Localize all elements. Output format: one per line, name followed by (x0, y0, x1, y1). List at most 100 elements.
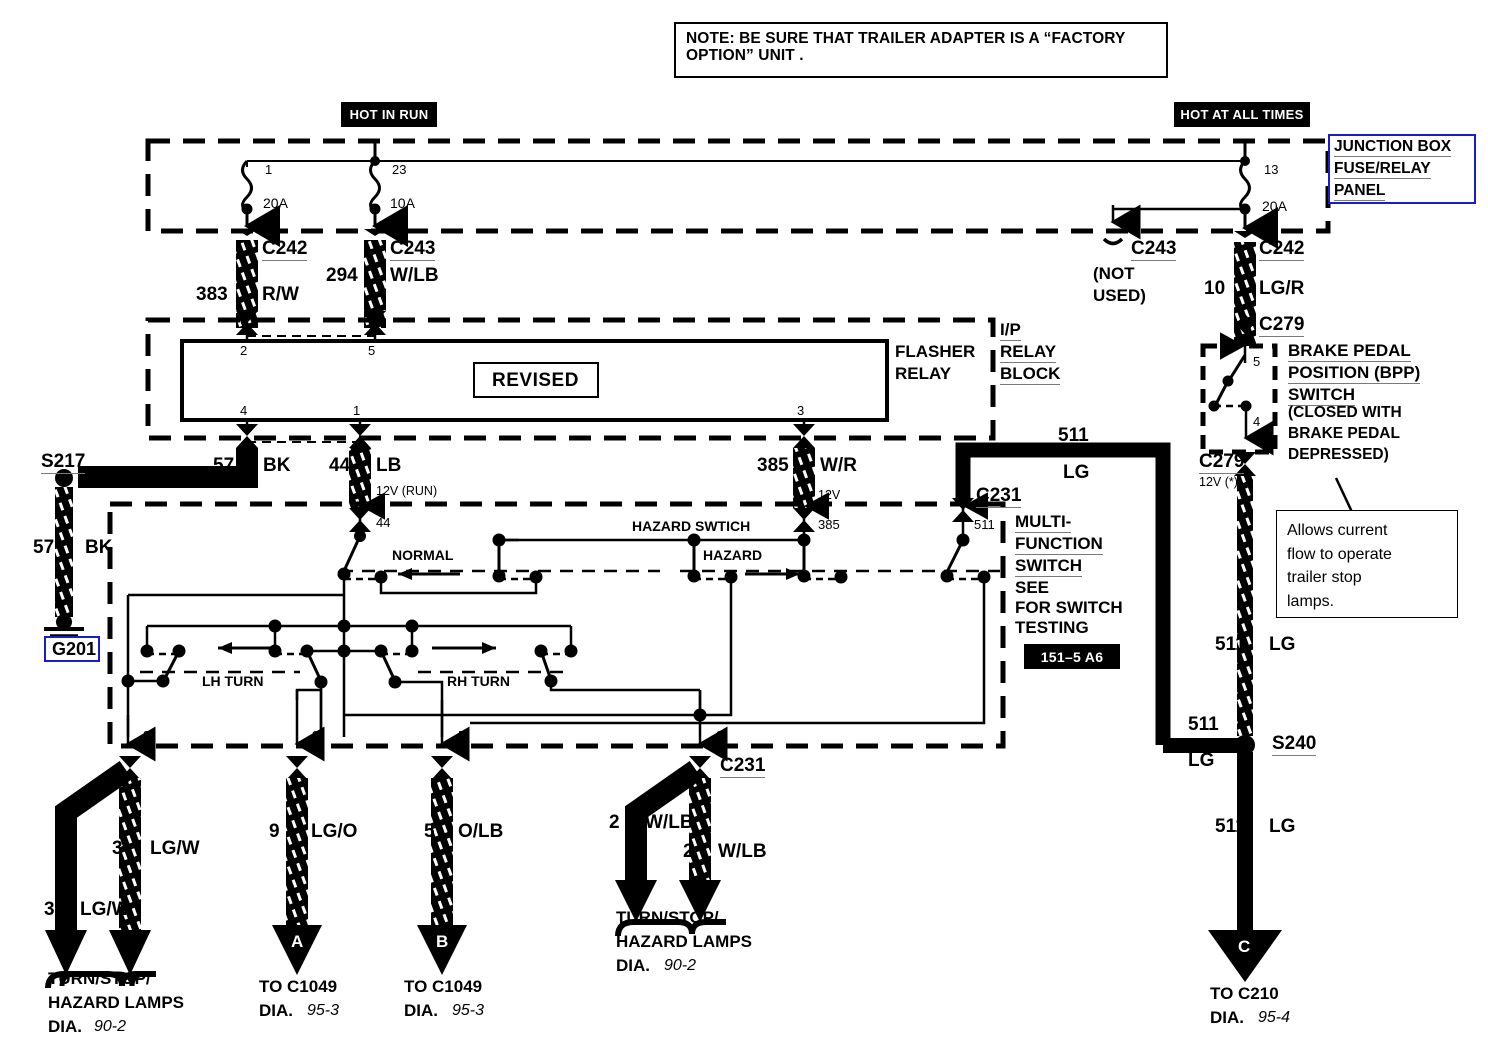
note-text: NOTE: BE SURE THAT TRAILER ADAPTER IS A … (686, 30, 1130, 65)
out-wlb-dest3: DIA. (616, 956, 650, 975)
switch-out-2-label: 2 (716, 728, 724, 743)
fuse-element-c243-mid (369, 159, 408, 247)
out-c-arrow-letter: C (1238, 937, 1251, 956)
switch-out-5-label: 5 (458, 728, 466, 743)
color-294: W/LB (390, 265, 439, 286)
circuit-383: 383 (196, 284, 228, 305)
fuse-right-rating: 20A (1262, 198, 1287, 214)
switch-outputs (125, 688, 728, 762)
out-wlb-dest-ref: 90-2 (664, 957, 697, 974)
ip-block-line1: I/P (1000, 320, 1021, 342)
out-left-dest3: DIA. (48, 1017, 82, 1036)
connector-c243-mid: C243 (390, 238, 436, 262)
out-b-pin: 5 (424, 821, 435, 842)
circuit-511-mid: 511 (1215, 634, 1246, 655)
fuse-mid-rating: 10A (390, 195, 415, 211)
circuit-44: 44 (329, 455, 351, 476)
output-lgw-pair (45, 756, 156, 989)
color-383: R/W (262, 284, 299, 305)
out-left-pin: 3 (112, 838, 123, 859)
wiring-diagram-page: NOTE: BE SURE THAT TRAILER ADAPTER IS A … (0, 0, 1488, 1040)
connector-c231-bottom: C231 (720, 755, 766, 779)
out-b-dest1: TO C1049 (404, 977, 483, 996)
out-b-dest2: DIA. (404, 1001, 438, 1020)
color-57-relay: BK (263, 455, 291, 476)
color-44: LB (376, 455, 402, 476)
color-10: LG/R (1259, 278, 1305, 299)
voltage-385: 12V (818, 488, 841, 502)
connector-c231-top: C231 (976, 485, 1022, 509)
ground-g201-label: G201 (52, 639, 97, 659)
bpp-line4: (CLOSED WITH (1288, 404, 1402, 421)
connector-c242-right: C242 (1259, 238, 1305, 262)
switch-interconnects (126, 577, 986, 737)
junction-box-line2: FUSE/RELAY (1334, 160, 1431, 180)
circuit-511-below-s240: 511 (1215, 816, 1246, 837)
fuse-left-rating: 20A (263, 195, 288, 211)
out-c-dest1: TO C210 (1210, 984, 1279, 1003)
voltage-44: 12V (RUN) (376, 484, 438, 498)
out-wlb-dest1: TURN/STOP/ (616, 908, 719, 927)
relay-pin-label-2: 2 (240, 343, 248, 358)
color-385: W/R (820, 455, 857, 476)
mfs-line6: TESTING (1015, 618, 1089, 637)
bpp-switch-contacts (1208, 332, 1274, 456)
relay-pin-label-4: 4 (240, 403, 248, 418)
out-a-arrow-letter: A (291, 932, 304, 951)
fuse-mid-cavity: 23 (392, 162, 407, 177)
connector-c279-bottom: C279 (1199, 451, 1245, 475)
label-normal: NORMAL (392, 547, 454, 563)
flasher-relay-line1: FLASHER (895, 342, 976, 361)
switch-input-44-label: 44 (376, 515, 391, 530)
junction-box-line3: PANEL (1334, 182, 1386, 202)
switch-out-9-label: 9 (312, 728, 320, 743)
label-rh-turn: RH TURN (447, 673, 510, 689)
callout-pointer (1316, 477, 1354, 514)
out-left-dest1: TURN/STOP/ (48, 969, 151, 988)
connector-c243-right: C243 (1131, 238, 1177, 262)
ip-block-line3: BLOCK (1000, 364, 1061, 386)
callout-text: Allows current flow to operate trailer s… (1287, 522, 1392, 611)
out-a-dest1: TO C1049 (259, 977, 338, 996)
color-511-top: LG (1063, 462, 1090, 483)
out-left-dest-ref: 90-2 (94, 1018, 127, 1035)
circuit-10: 10 (1204, 278, 1226, 299)
bpp-pin-5: 5 (1253, 354, 1261, 369)
switch-out-3-label: 3 (143, 728, 151, 743)
out-a-dest-ref: 95-3 (307, 1002, 340, 1019)
mfs-line1: MULTI- (1015, 512, 1072, 534)
relay-pin-label-5: 5 (368, 343, 376, 358)
revised-stamp-text: REVISED (492, 370, 579, 391)
flasher-relay-line2: RELAY (895, 364, 952, 383)
out-a-color: LG/O (311, 821, 358, 842)
out-a-pin: 9 (269, 821, 280, 842)
out-left-color: LG/W (150, 838, 200, 859)
bpp-line2: POSITION (BPP) (1288, 363, 1421, 385)
unused-line2: USED) (1093, 286, 1146, 305)
fuse-element-c242-left (241, 159, 280, 247)
voltage-c279: 12V (*) (1199, 475, 1238, 489)
bpp-pin-4: 4 (1253, 414, 1261, 429)
circuit-511-above-s240: 511 (1188, 714, 1219, 735)
mfs-line2: FUNCTION (1015, 534, 1103, 556)
color-511-above-s240: LG (1188, 750, 1215, 771)
label-hazard-switch: HAZARD SWTICH (632, 518, 751, 534)
connector-c279-top: C279 (1259, 314, 1305, 338)
splice-s240-label: S240 (1272, 733, 1317, 757)
unused-cavity: 2 (1129, 209, 1137, 225)
hot-in-run-badge: HOT IN RUN (341, 102, 437, 127)
out-wlb-color2: W/LB (718, 841, 767, 862)
out-wlb-pin: 2 (609, 812, 620, 833)
wire-10-lgr (1234, 231, 1256, 326)
bpp-line5: BRAKE PEDAL (1288, 425, 1400, 442)
fuse-left-pin: 27 (263, 212, 279, 228)
out-c-dest2: DIA. (1210, 1008, 1244, 1027)
mfs-line4: SEE (1015, 578, 1050, 597)
out-left-color2: LG/W (80, 899, 130, 920)
splice-s217-label: S217 (41, 451, 86, 475)
out-b-color: O/LB (458, 821, 504, 842)
out-b-dest-ref: 95-3 (452, 1002, 485, 1019)
label-lh-turn: LH TURN (202, 673, 264, 689)
out-c-dest-ref: 95-4 (1258, 1009, 1291, 1026)
circuit-385: 385 (757, 455, 789, 476)
